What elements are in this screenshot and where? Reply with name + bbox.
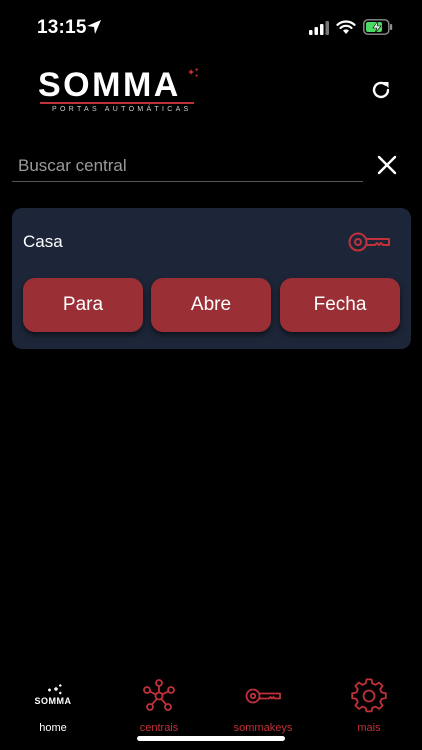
nav-label-centrais: centrais [139,722,179,734]
logo-wordmark: SOMMA [38,66,181,104]
status-bar: 13:15 [0,0,422,52]
key-icon [245,688,281,704]
search-input[interactable] [12,150,363,182]
nav-label-sommakeys: sommakeys [233,722,293,734]
network-icon [143,679,175,711]
nav-label-home: home [39,722,67,734]
central-name: Casa [23,232,63,251]
gear-icon [351,678,387,713]
battery-charging-icon [363,19,393,35]
location-arrow-icon [87,20,101,34]
nav-item-sommakeys[interactable]: sommakeys [221,672,305,738]
central-card-casa: Casa Para Abre Fecha [12,208,411,349]
para-button[interactable]: Para [23,278,143,332]
home-logo-text: SOMMA [34,696,72,706]
key-icon[interactable] [348,228,392,256]
status-time: 13:15 [37,17,87,38]
somma-logo-icon: SOMMA [30,684,76,710]
sparkle-icon [188,68,199,77]
logo-subtitle: PORTAS AUTOMÁTICAS [52,106,192,113]
abre-button[interactable]: Abre [151,278,271,332]
wifi-icon [336,20,356,34]
home-indicator [137,736,285,741]
close-icon[interactable] [376,154,398,176]
signal-icon [309,21,329,35]
refresh-button[interactable] [369,78,393,102]
nav-label-mais: mais [357,722,381,734]
somma-logo: SOMMA PORTAS AUTOMÁTICAS [38,66,200,113]
logo-underline [40,102,194,104]
fecha-button[interactable]: Fecha [280,278,400,332]
nav-item-centrais[interactable]: centrais [117,672,201,738]
nav-item-mais[interactable]: mais [327,672,411,738]
nav-item-home[interactable]: SOMMA home [11,672,95,738]
